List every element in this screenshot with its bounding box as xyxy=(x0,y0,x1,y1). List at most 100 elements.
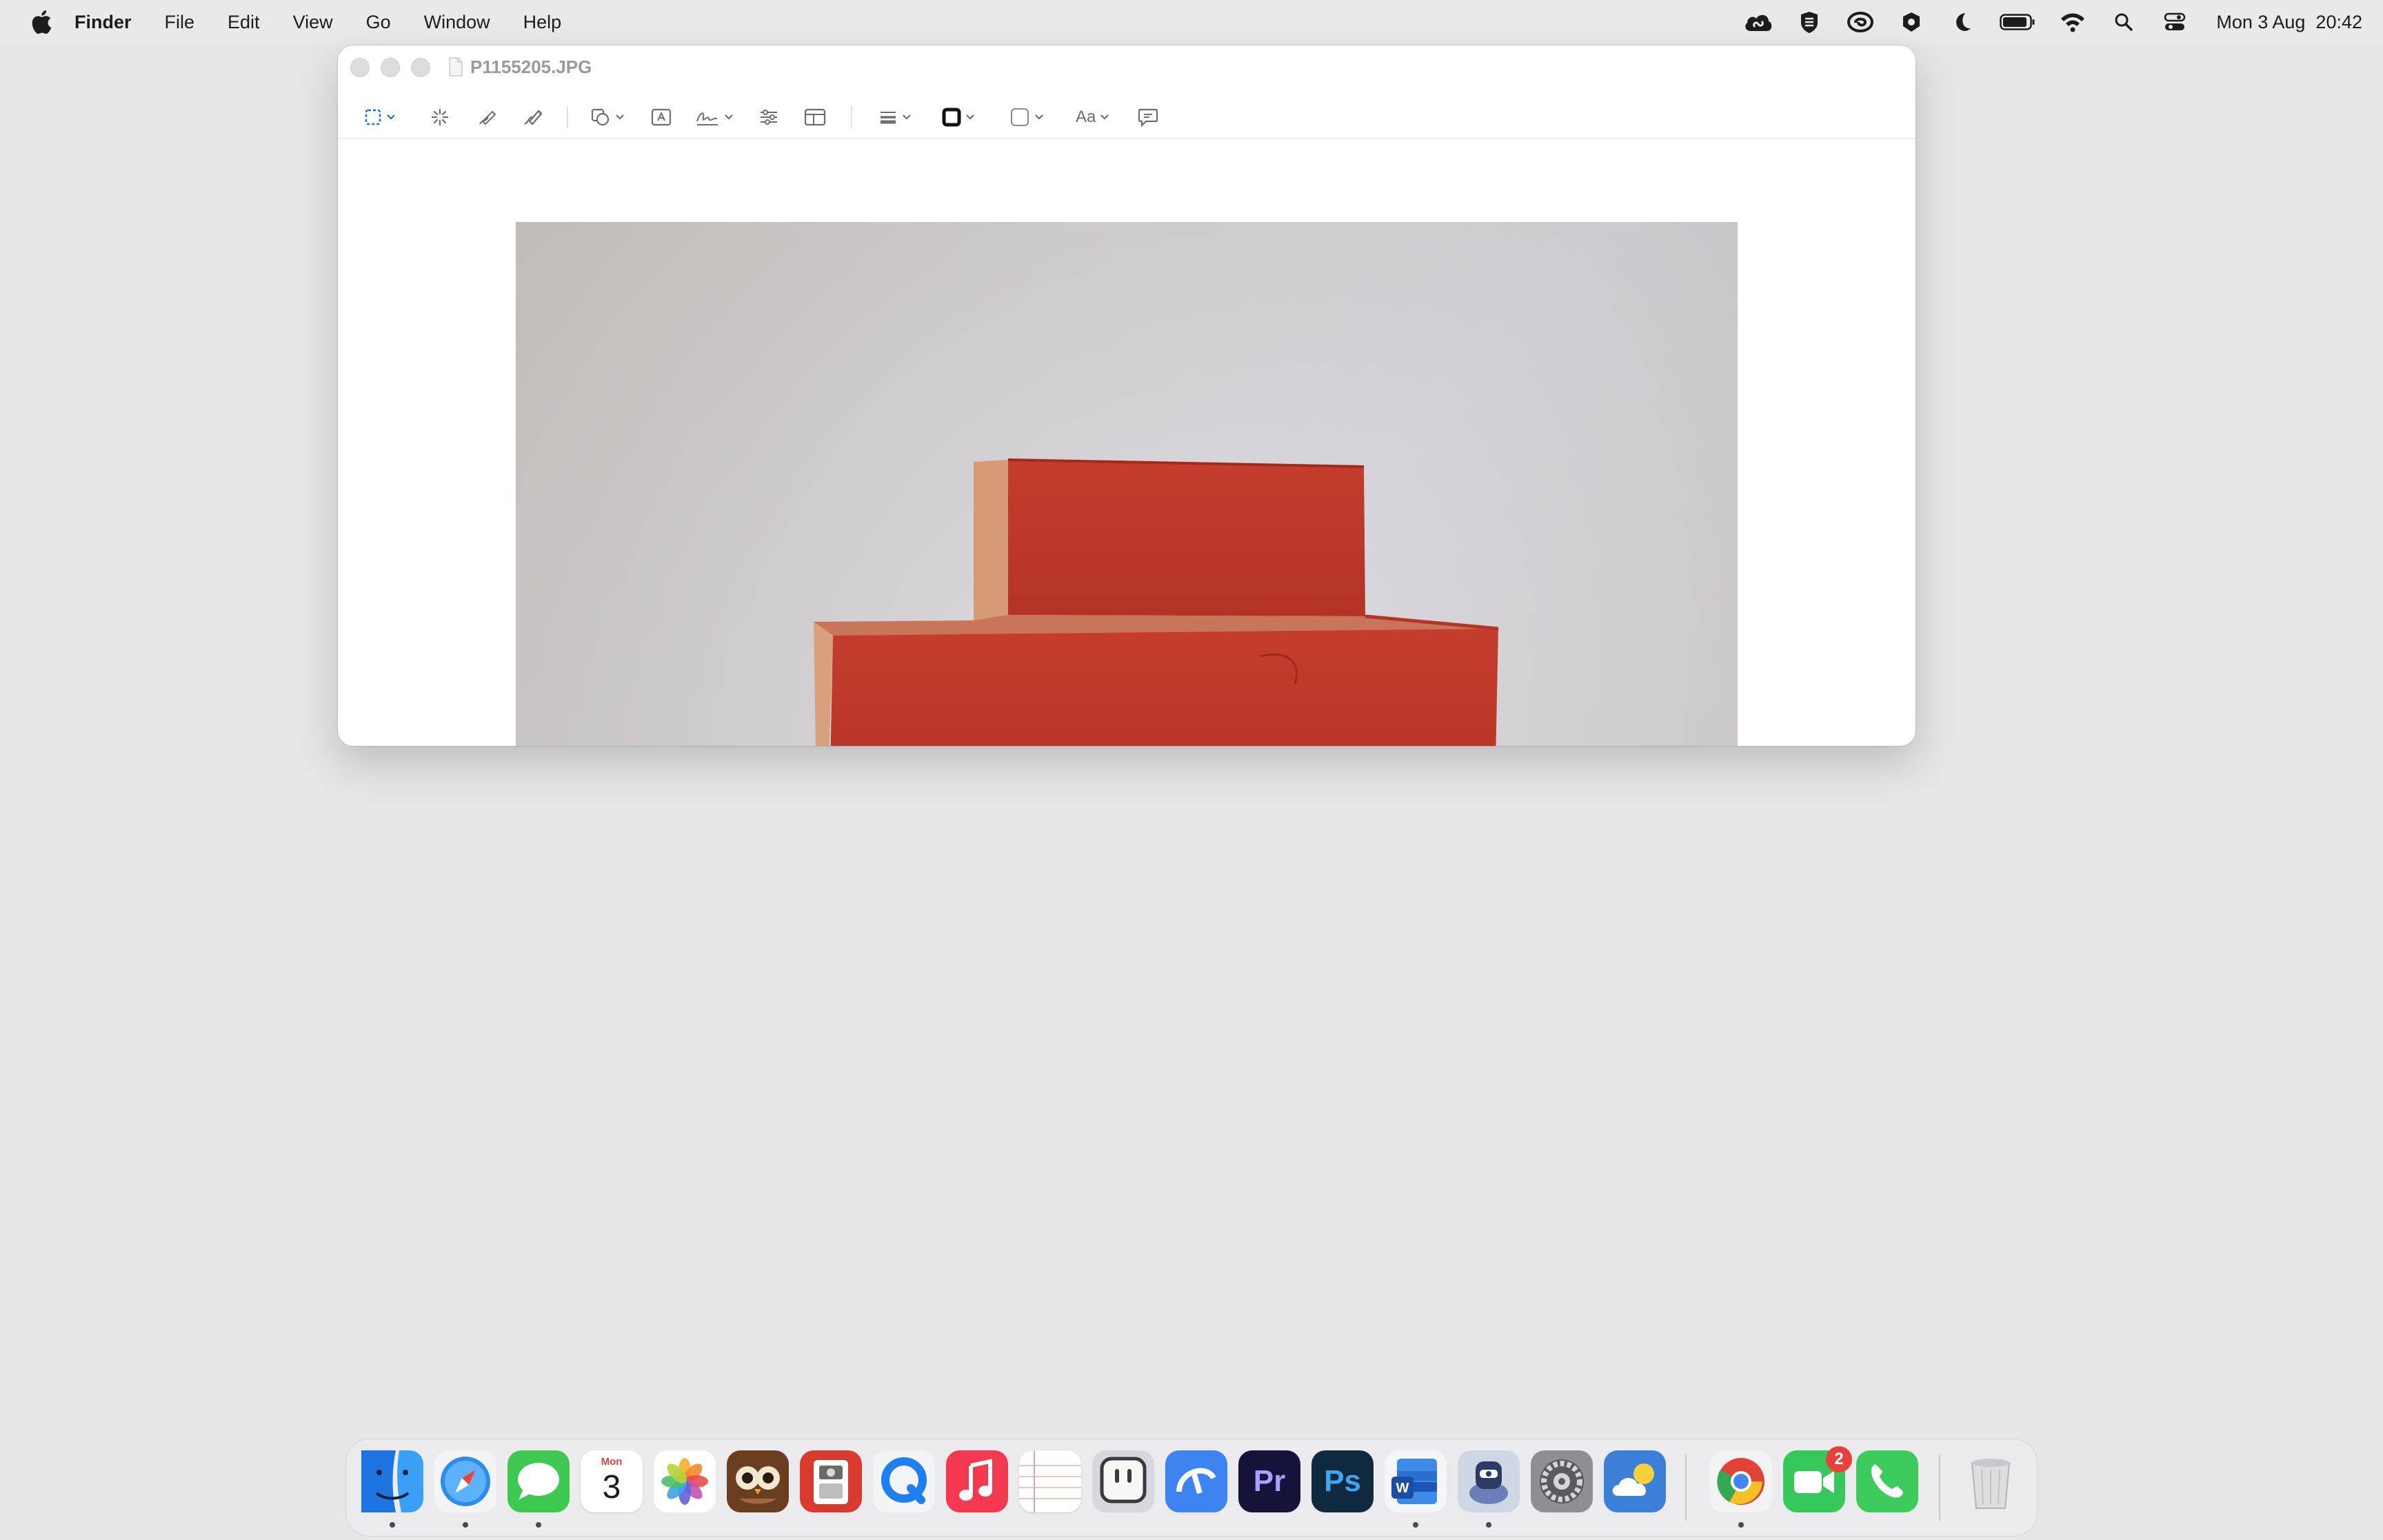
chrome-icon xyxy=(1710,1450,1772,1512)
dock: Mon 3 Pr Ps W 2 xyxy=(346,1439,2037,1536)
draw-pen-icon xyxy=(524,110,543,125)
selection-tool-button[interactable] xyxy=(364,102,396,132)
chevron-down-icon xyxy=(387,114,395,120)
dock-messages[interactable] xyxy=(507,1450,570,1512)
speech-bubble-icon xyxy=(1138,108,1158,127)
chevron-down-icon xyxy=(1100,114,1109,120)
control-center-icon[interactable] xyxy=(2158,0,2191,44)
spotlight-search-icon[interactable] xyxy=(2107,0,2140,44)
dock-trash[interactable] xyxy=(1960,1450,2022,1512)
window-titlebar[interactable]: P1155205.JPG Aa xyxy=(338,45,1916,139)
dock-photos[interactable] xyxy=(654,1450,716,1512)
wifi-icon[interactable] xyxy=(2056,0,2089,44)
transmit-truck-icon xyxy=(1165,1450,1227,1512)
menu-file[interactable]: File xyxy=(165,0,195,44)
document-title[interactable]: P1155205.JPG xyxy=(448,55,592,79)
running-indicator xyxy=(463,1522,468,1528)
text-style-button[interactable]: Aa xyxy=(1076,102,1109,132)
close-window-button[interactable] xyxy=(350,58,370,77)
weather-cloud-sun-icon xyxy=(1604,1450,1666,1512)
phone-handset-icon xyxy=(1856,1450,1918,1512)
shapes-button[interactable] xyxy=(590,102,625,132)
chevron-down-icon xyxy=(616,114,624,120)
dock-photo-booth[interactable] xyxy=(800,1450,862,1512)
dock-calendar[interactable]: Mon 3 xyxy=(581,1450,643,1512)
notification-badge: 2 xyxy=(1826,1446,1852,1472)
calendar-day-label: 3 xyxy=(602,1469,621,1506)
running-indicator xyxy=(390,1522,395,1528)
dock-separator xyxy=(1685,1455,1687,1521)
signature-icon xyxy=(696,112,718,125)
text-box-button[interactable] xyxy=(651,102,672,132)
dock-premiere-pro[interactable]: Pr xyxy=(1238,1450,1300,1512)
menu-window[interactable]: Window xyxy=(424,0,490,44)
finder-icon xyxy=(361,1450,423,1512)
toolbar-separator xyxy=(851,106,852,128)
chevron-down-icon xyxy=(725,114,733,120)
toolbar-separator xyxy=(567,106,568,128)
status-menu-area: Mon 3 Aug 20:42 xyxy=(1724,0,2362,44)
document-title-text: P1155205.JPG xyxy=(470,56,592,77)
menu-view[interactable]: View xyxy=(293,0,333,44)
adobe-cc-icon[interactable] xyxy=(1844,0,1877,44)
dock-quicktime[interactable] xyxy=(873,1450,935,1512)
resize-icon xyxy=(804,108,826,126)
dock-owl-app[interactable] xyxy=(727,1450,789,1512)
dock-music[interactable] xyxy=(946,1450,1008,1512)
line-weight-icon xyxy=(881,112,896,124)
dock-weather[interactable] xyxy=(1604,1450,1666,1512)
annotate-button[interactable] xyxy=(1138,102,1158,132)
adjust-color-button[interactable] xyxy=(758,102,779,132)
shape-style-button[interactable] xyxy=(878,102,912,132)
dock-notes[interactable] xyxy=(1019,1450,1081,1512)
instant-alpha-button[interactable] xyxy=(430,102,450,132)
battery-icon[interactable] xyxy=(1997,0,2038,44)
window-controls xyxy=(350,58,441,77)
photoshop-icon: Ps xyxy=(1324,1464,1361,1498)
adjust-size-button[interactable] xyxy=(804,102,826,132)
creative-cloud-icon[interactable] xyxy=(1742,0,1775,44)
jpeg-file-icon xyxy=(449,57,463,77)
menu-go[interactable]: Go xyxy=(366,0,391,44)
dock-photoshop[interactable]: Ps xyxy=(1311,1450,1374,1512)
running-indicator xyxy=(536,1522,541,1528)
minimize-window-button[interactable] xyxy=(381,58,400,77)
menu-help[interactable]: Help xyxy=(523,0,562,44)
dock-safari[interactable] xyxy=(434,1450,496,1512)
zoom-window-button[interactable] xyxy=(411,58,430,77)
shapes-icon xyxy=(591,108,610,126)
menu-edit[interactable]: Edit xyxy=(228,0,260,44)
image-view-toy-car-photo[interactable] xyxy=(516,222,1738,746)
automator-robot-icon xyxy=(1458,1450,1520,1512)
dock-chrome[interactable] xyxy=(1710,1450,1772,1512)
focus-moon-icon[interactable] xyxy=(1946,0,1979,44)
dock-facetime[interactable]: 2 xyxy=(1783,1446,1852,1512)
dropbox-icon[interactable] xyxy=(1895,0,1928,44)
safari-compass-icon xyxy=(434,1450,496,1512)
apple-menu-icon[interactable] xyxy=(22,0,61,44)
photos-flower-icon xyxy=(661,1458,708,1505)
sketch-button[interactable] xyxy=(477,102,498,132)
owl-icon xyxy=(727,1450,789,1512)
dock-klack[interactable] xyxy=(1092,1450,1154,1512)
dock-word[interactable]: W xyxy=(1385,1450,1447,1512)
dock-separator xyxy=(1939,1455,1940,1521)
fill-color-button[interactable] xyxy=(1009,102,1044,132)
dock-finder[interactable] xyxy=(361,1450,423,1512)
calendar-month-label: Mon xyxy=(601,1456,623,1468)
vpn-icon[interactable] xyxy=(1793,0,1826,44)
menu-app-name[interactable]: Finder xyxy=(74,0,132,44)
gear-icon xyxy=(1531,1450,1593,1512)
draw-button[interactable] xyxy=(523,102,543,132)
dock-transmit[interactable] xyxy=(1165,1450,1227,1512)
dock-phone[interactable] xyxy=(1856,1450,1918,1512)
border-color-button[interactable] xyxy=(942,102,975,132)
menu-bar-clock[interactable]: Mon 3 Aug 20:42 xyxy=(2216,12,2362,33)
premiere-pro-icon: Pr xyxy=(1253,1464,1286,1498)
chevron-down-icon xyxy=(903,114,911,120)
sign-button[interactable] xyxy=(695,102,734,132)
running-indicator xyxy=(1413,1522,1418,1528)
quicktime-icon xyxy=(873,1450,935,1512)
dock-system-settings[interactable] xyxy=(1531,1450,1593,1512)
dock-automator[interactable] xyxy=(1458,1450,1520,1512)
